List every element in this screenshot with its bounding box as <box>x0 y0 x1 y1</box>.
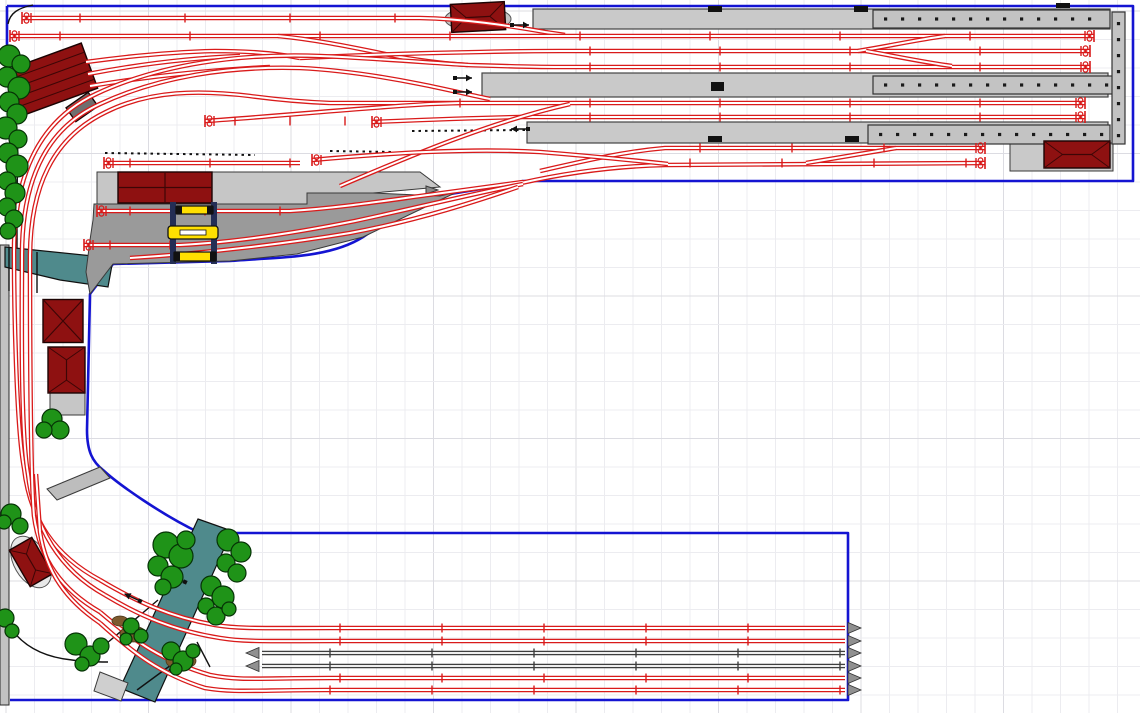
tree[interactable] <box>5 624 19 638</box>
pillar-dot <box>969 83 972 86</box>
tree[interactable] <box>155 579 171 595</box>
platform-shelter <box>711 82 724 91</box>
pillar-dot <box>998 133 1001 136</box>
pillar-dot <box>918 17 921 20</box>
pillar-dot <box>1032 133 1035 136</box>
covered-head <box>1112 12 1125 144</box>
pillar-dot <box>1003 83 1006 86</box>
xroof-building[interactable] <box>43 300 83 343</box>
pillar-dot <box>879 133 882 136</box>
tree[interactable] <box>36 422 52 438</box>
pillar-dot <box>1088 17 1091 20</box>
platform-shelter <box>708 6 722 12</box>
pillar-dot <box>1037 17 1040 20</box>
pillar-dot <box>913 133 916 136</box>
pillar-dot <box>1117 102 1120 105</box>
pillar-dot <box>1117 118 1120 121</box>
pillar-dot <box>918 83 921 86</box>
pillar-dot <box>952 17 955 20</box>
pillar-dot <box>935 83 938 86</box>
platform-shelter <box>1056 3 1070 8</box>
tree[interactable] <box>134 629 148 643</box>
pillar-dot <box>901 83 904 86</box>
tree[interactable] <box>0 223 16 239</box>
pillar-dot <box>1054 83 1057 86</box>
platform-shelter <box>845 136 859 142</box>
tree[interactable] <box>186 644 200 658</box>
pillar-dot <box>1049 133 1052 136</box>
track-plan-window <box>0 0 1140 713</box>
pillar-dot <box>1020 17 1023 20</box>
tree[interactable] <box>177 531 195 549</box>
pillar-dot <box>1083 133 1086 136</box>
pillar-dot <box>884 17 887 20</box>
pillar-dot <box>1071 17 1074 20</box>
tree[interactable] <box>93 638 109 654</box>
pillar-dot <box>1037 83 1040 86</box>
tree[interactable] <box>0 515 11 529</box>
pillar-dot <box>1015 133 1018 136</box>
pillar-dot <box>1117 22 1120 25</box>
pillar-dot <box>1003 17 1006 20</box>
pillar-dot <box>935 17 938 20</box>
goods-shed-topright[interactable] <box>1044 141 1110 168</box>
tree[interactable] <box>120 633 132 645</box>
pillar-dot <box>896 133 899 136</box>
pillar-dot <box>1054 17 1057 20</box>
pillar-dot <box>1066 133 1069 136</box>
track-plan-canvas[interactable] <box>0 0 1140 713</box>
tree[interactable] <box>228 564 246 582</box>
pillar-dot <box>1117 54 1120 57</box>
platform-shelter <box>708 136 722 142</box>
loco-shed-top[interactable] <box>450 2 505 33</box>
pillar-dot <box>1105 83 1108 86</box>
pillar-dot <box>884 83 887 86</box>
tree[interactable] <box>222 602 236 616</box>
pillar-dot <box>969 17 972 20</box>
platform-shelter <box>854 6 868 12</box>
station-building[interactable] <box>118 172 212 203</box>
pillar-dot <box>947 133 950 136</box>
pillar-dot <box>952 83 955 86</box>
pillar-dot <box>1117 70 1120 73</box>
pillar-dot <box>901 17 904 20</box>
pillar-dot <box>1117 86 1120 89</box>
tree[interactable] <box>51 421 69 439</box>
pillar-dot <box>986 83 989 86</box>
tree[interactable] <box>12 518 28 534</box>
pillar-dot <box>1071 83 1074 86</box>
pillar-dot <box>1117 38 1120 41</box>
yellow-bus[interactable] <box>168 226 218 239</box>
hip-building-left[interactable] <box>48 347 85 393</box>
tree[interactable] <box>170 663 182 675</box>
yellow-wagon-1[interactable] <box>176 206 213 214</box>
pillar-dot <box>1088 83 1091 86</box>
pillar-dot <box>930 133 933 136</box>
tree[interactable] <box>75 657 89 671</box>
pillar-dot <box>964 133 967 136</box>
pillar-dot <box>981 133 984 136</box>
pillar-dot <box>1100 133 1103 136</box>
covered-2 <box>873 76 1113 94</box>
pillar-dot <box>1020 83 1023 86</box>
pillar-dot <box>986 17 989 20</box>
pillar-dot <box>1117 134 1120 137</box>
covered-1 <box>873 10 1110 28</box>
yellow-wagon-2[interactable] <box>174 252 216 261</box>
